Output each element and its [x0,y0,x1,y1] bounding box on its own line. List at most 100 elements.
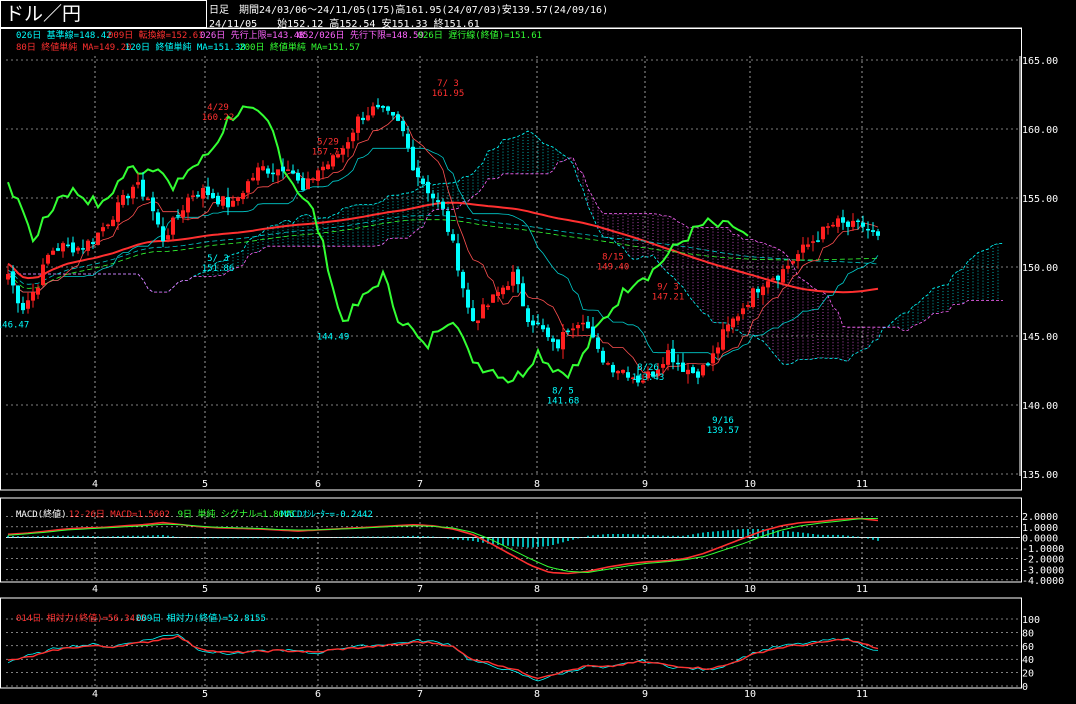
candle-body [181,210,185,218]
candle-body [366,115,370,121]
macd-y-tick-label: -2.0000 [1022,555,1064,566]
price-annotation: 144.49 [317,333,350,343]
candle-body [621,369,625,373]
candle-body [326,164,330,170]
candle-body [571,328,575,331]
candle-body [186,197,190,213]
candle-body [116,202,120,222]
candle-body [846,221,850,227]
candle-body [431,193,435,199]
legend-item: 009日 転換線=152.61 [108,29,204,41]
candle-body [66,244,70,247]
rsi-y-tick-label: 60 [1022,642,1034,653]
candle-body [201,187,205,199]
x-tick-label: 7 [417,584,423,595]
candle-body [616,371,620,374]
y-tick-label: 150.00 [1022,263,1058,274]
legend-item: MACD(終値) [16,508,67,520]
candle-body [471,308,475,322]
candle-body [391,111,395,116]
price-annotation: 8/26 [637,363,659,373]
candle-body [736,316,740,321]
candle-body [776,275,780,281]
candle-body [271,172,275,175]
x-tick-label: 6 [315,689,321,700]
candle-body [406,133,410,148]
candle-body [761,286,765,296]
legend-item: 9日 単純 シグナル=1.8045 [178,508,295,520]
candle-body [796,254,800,262]
candle-body [381,106,385,108]
x-tick-label: 7 [417,479,423,490]
candle-body [71,242,75,253]
candle-body [611,364,615,373]
candle-body [711,353,715,364]
candle-body [171,217,175,235]
candle-body [566,330,570,333]
candle-body [216,195,220,205]
x-tick-label: 9 [642,479,648,490]
candle-body [726,324,730,332]
candle-body [841,217,845,223]
candle-body [231,200,235,207]
candle-body [436,200,440,203]
candle-body [6,274,10,280]
candle-body [661,364,665,368]
legend-item: 026日 遅行線(終値)=151.61 [418,29,542,41]
candle-body [371,106,375,116]
rsi-y-tick-label: 0 [1022,682,1028,693]
candle-body [871,230,875,232]
x-tick-label: 5 [202,689,208,700]
candle-body [506,286,510,290]
price-annotation: 161.95 [432,89,465,99]
candle-body [396,114,400,121]
candle-body [256,167,260,181]
candle-body [416,167,420,178]
price-annotation: 143.43 [632,373,665,383]
candle-body [286,169,290,171]
rsi14-line [7,635,879,680]
candle-body [101,227,105,232]
legend-item: 026日 基準線=148.42 [16,29,112,41]
candle-body [681,362,685,372]
price-annotation: 151.86 [202,264,235,274]
macd-y-tick-label: -1.0000 [1022,544,1064,555]
macd-y-tick-label: -4.0000 [1022,576,1064,587]
candle-body [481,304,485,319]
candle-body [671,348,675,363]
price-annotation: 8/15 [602,252,624,262]
candle-body [781,269,785,283]
candle-body [486,305,490,308]
ma80-line [7,201,879,294]
candle-body [766,281,770,288]
candle-body [276,169,280,176]
candle-body [831,224,835,227]
candle-body [531,320,535,326]
candle-body [421,178,425,185]
candle-body [756,288,760,293]
candle-body [76,247,80,251]
candle-body [221,196,225,206]
candle-body [166,235,170,240]
candle-body [731,318,735,328]
x-tick-label: 8 [534,479,540,490]
candle-body [691,367,695,374]
candle-body [771,278,775,280]
candle-body [136,182,140,185]
legend-item: 200日 終値単純 MA=151.57 [239,41,360,53]
candle-body [211,193,215,199]
candle-body [131,186,135,199]
price-annotation: 139.57 [707,426,740,436]
candle-body [536,322,540,325]
rsi-y-tick-label: 20 [1022,669,1034,680]
candle-body [206,186,210,196]
x-tick-label: 10 [744,689,756,700]
legend-item: 80日 終値単純 MA=149.20 [16,41,131,53]
x-tick-label: 10 [744,479,756,490]
candle-body [296,172,300,181]
candle-body [241,193,245,200]
candle-body [806,244,810,247]
x-tick-label: 6 [315,479,321,490]
x-tick-label: 11 [856,584,868,595]
candle-body [596,337,600,349]
